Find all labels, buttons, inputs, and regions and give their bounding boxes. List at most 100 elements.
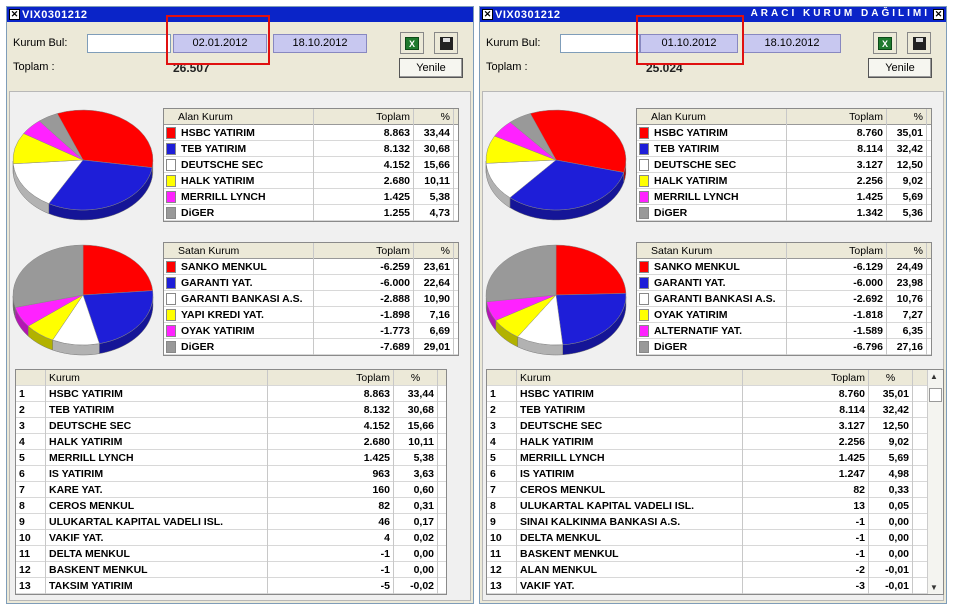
kurum-bul-input[interactable] xyxy=(87,34,171,53)
table-row[interactable]: 8 ULUKARTAL KAPITAL VADELI ISL. 13 0,05 xyxy=(487,497,943,514)
table-row[interactable]: 13 TAKSIM YATIRIM -5 -0,02 xyxy=(16,577,446,594)
column-header[interactable]: Toplam xyxy=(787,108,887,125)
table-row[interactable]: 6 IS YATIRIM 963 3,63 xyxy=(16,465,446,482)
percent-cell: 22,64 xyxy=(414,274,454,291)
table-row[interactable]: GARANTI YAT. -6.000 23,98 xyxy=(637,274,931,291)
table-row[interactable]: ALTERNATIF YAT. -1.589 6,35 xyxy=(637,322,931,339)
column-header[interactable]: % xyxy=(414,242,454,259)
column-header[interactable]: % xyxy=(394,370,438,386)
scroll-down-icon[interactable]: ▼ xyxy=(930,583,938,592)
table-row[interactable]: 4 HALK YATIRIM 2.680 10,11 xyxy=(16,433,446,450)
kurum-bul-input[interactable] xyxy=(560,34,640,53)
table-row[interactable]: 2 TEB YATIRIM 8.114 32,42 xyxy=(487,401,943,418)
yenile-button[interactable]: Yenile xyxy=(868,58,932,78)
table-row[interactable]: OYAK YATIRIM -1.773 6,69 xyxy=(164,322,458,339)
close-button-icon[interactable]: ✕ xyxy=(933,9,944,20)
table-row[interactable]: DEUTSCHE SEC 4.152 15,66 xyxy=(164,156,458,173)
table-row[interactable]: HSBC YATIRIM 8.760 35,01 xyxy=(637,124,931,141)
column-header[interactable]: Satan Kurum xyxy=(637,242,787,259)
kurum-name: CEROS MENKUL xyxy=(517,481,743,498)
save-button[interactable] xyxy=(434,32,458,54)
table-row[interactable]: YAPI KREDI YAT. -1.898 7,16 xyxy=(164,306,458,323)
excel-export-button[interactable]: X xyxy=(873,32,897,54)
table-row[interactable]: 10 DELTA MENKUL -1 0,00 xyxy=(487,529,943,546)
table-row[interactable]: HALK YATIRIM 2.680 10,11 xyxy=(164,172,458,189)
vertical-scrollbar[interactable]: ▲ ▼ xyxy=(927,370,943,594)
table-row[interactable]: MERRILL LYNCH 1.425 5,69 xyxy=(637,188,931,205)
save-button[interactable] xyxy=(907,32,931,54)
table-row[interactable]: TEB YATIRIM 8.132 30,68 xyxy=(164,140,458,157)
table-row[interactable]: 11 BASKENT MENKUL -1 0,00 xyxy=(487,545,943,562)
table-row[interactable]: GARANTI BANKASI A.S. -2.692 10,76 xyxy=(637,290,931,307)
pie-slice[interactable] xyxy=(555,244,627,296)
excel-export-button[interactable]: X xyxy=(400,32,424,54)
table-row[interactable]: GARANTI YAT. -6.000 22,64 xyxy=(164,274,458,291)
table-row[interactable]: DiGER 1.342 5,36 xyxy=(637,204,931,221)
table-row[interactable]: 8 CEROS MENKUL 82 0,31 xyxy=(16,497,446,514)
column-header[interactable]: % xyxy=(414,108,454,125)
yenile-button[interactable]: Yenile xyxy=(399,58,463,78)
table-row[interactable]: DEUTSCHE SEC 3.127 12,50 xyxy=(637,156,931,173)
table-row[interactable]: 5 MERRILL LYNCH 1.425 5,69 xyxy=(487,449,943,466)
scroll-up-icon[interactable]: ▲ xyxy=(930,372,938,381)
table-row[interactable]: 1 HSBC YATIRIM 8.760 35,01 xyxy=(487,385,943,402)
toplam-cell: -6.000 xyxy=(314,274,414,291)
column-header[interactable]: Kurum xyxy=(46,370,268,386)
close-icon[interactable]: ✕ xyxy=(482,9,493,20)
table-row[interactable]: 6 IS YATIRIM 1.247 4,98 xyxy=(487,465,943,482)
percent-cell: 5,38 xyxy=(414,188,454,205)
pie-slice[interactable] xyxy=(82,244,154,296)
table-row[interactable]: 4 HALK YATIRIM 2.256 9,02 xyxy=(487,433,943,450)
table-row[interactable]: 1 HSBC YATIRIM 8.863 33,44 xyxy=(16,385,446,402)
column-header[interactable]: Alan Kurum xyxy=(637,108,787,125)
table-row[interactable]: 13 VAKIF YAT. -3 -0,01 xyxy=(487,577,943,594)
column-header[interactable]: Toplam xyxy=(743,370,869,386)
column-header[interactable]: % xyxy=(869,370,913,386)
table-row[interactable]: 10 VAKIF YAT. 4 0,02 xyxy=(16,529,446,546)
table-row[interactable]: SANKO MENKUL -6.259 23,61 xyxy=(164,258,458,275)
pie-slice[interactable] xyxy=(485,244,557,303)
toplam-cell: -7.689 xyxy=(314,338,414,355)
column-header[interactable]: % xyxy=(887,108,927,125)
scroll-thumb[interactable] xyxy=(929,388,942,402)
table-row[interactable]: 9 SINAI KALKINMA BANKASI A.S. -1 0,00 xyxy=(487,513,943,530)
table-row[interactable]: 5 MERRILL LYNCH 1.425 5,38 xyxy=(16,449,446,466)
table-row[interactable]: TEB YATIRIM 8.114 32,42 xyxy=(637,140,931,157)
color-swatch xyxy=(166,340,176,353)
table-row[interactable]: DiGER -7.689 29,01 xyxy=(164,338,458,355)
column-header[interactable]: Toplam xyxy=(268,370,394,386)
table-row[interactable]: 12 BASKENT MENKUL -1 0,00 xyxy=(16,561,446,578)
table-row[interactable]: DiGER -6.796 27,16 xyxy=(637,338,931,355)
toplam-cell: 8.760 xyxy=(787,124,887,141)
table-row[interactable]: HSBC YATIRIM 8.863 33,44 xyxy=(164,124,458,141)
column-header[interactable]: Satan Kurum xyxy=(164,242,314,259)
table-row[interactable]: GARANTI BANKASI A.S. -2.888 10,90 xyxy=(164,290,458,307)
table-row[interactable]: 11 DELTA MENKUL -1 0,00 xyxy=(16,545,446,562)
table-row[interactable]: HALK YATIRIM 2.256 9,02 xyxy=(637,172,931,189)
table-row[interactable]: 9 ULUKARTAL KAPITAL VADELI ISL. 46 0,17 xyxy=(16,513,446,530)
table-row[interactable]: DiGER 1.255 4,73 xyxy=(164,204,458,221)
date-to-field[interactable]: 18.10.2012 xyxy=(743,34,841,53)
column-header[interactable]: Alan Kurum xyxy=(164,108,314,125)
column-header[interactable]: % xyxy=(887,242,927,259)
table-row[interactable]: MERRILL LYNCH 1.425 5,38 xyxy=(164,188,458,205)
table-row[interactable]: SANKO MENKUL -6.129 24,49 xyxy=(637,258,931,275)
table-row[interactable]: 12 ALAN MENKUL -2 -0,01 xyxy=(487,561,943,578)
table-row[interactable]: 2 TEB YATIRIM 8.132 30,68 xyxy=(16,401,446,418)
column-header[interactable]: Toplam xyxy=(314,108,414,125)
table-row[interactable]: 3 DEUTSCHE SEC 4.152 15,66 xyxy=(16,417,446,434)
close-icon[interactable]: ✕ xyxy=(9,9,20,20)
alan-pie-chart xyxy=(12,109,154,221)
table-row[interactable]: OYAK YATIRIM -1.818 7,27 xyxy=(637,306,931,323)
column-header[interactable]: Kurum xyxy=(517,370,743,386)
table-row[interactable]: 3 DEUTSCHE SEC 3.127 12,50 xyxy=(487,417,943,434)
kurum-name: HSBC YATIRIM xyxy=(46,385,268,402)
table-row[interactable]: 7 CEROS MENKUL 82 0,33 xyxy=(487,481,943,498)
column-header[interactable]: Toplam xyxy=(787,242,887,259)
column-header[interactable] xyxy=(16,370,46,386)
column-header[interactable] xyxy=(487,370,517,386)
date-to-field[interactable]: 18.10.2012 xyxy=(273,34,367,53)
pie-slice[interactable] xyxy=(555,293,627,346)
table-row[interactable]: 7 KARE YAT. 160 0,60 xyxy=(16,481,446,498)
column-header[interactable]: Toplam xyxy=(314,242,414,259)
